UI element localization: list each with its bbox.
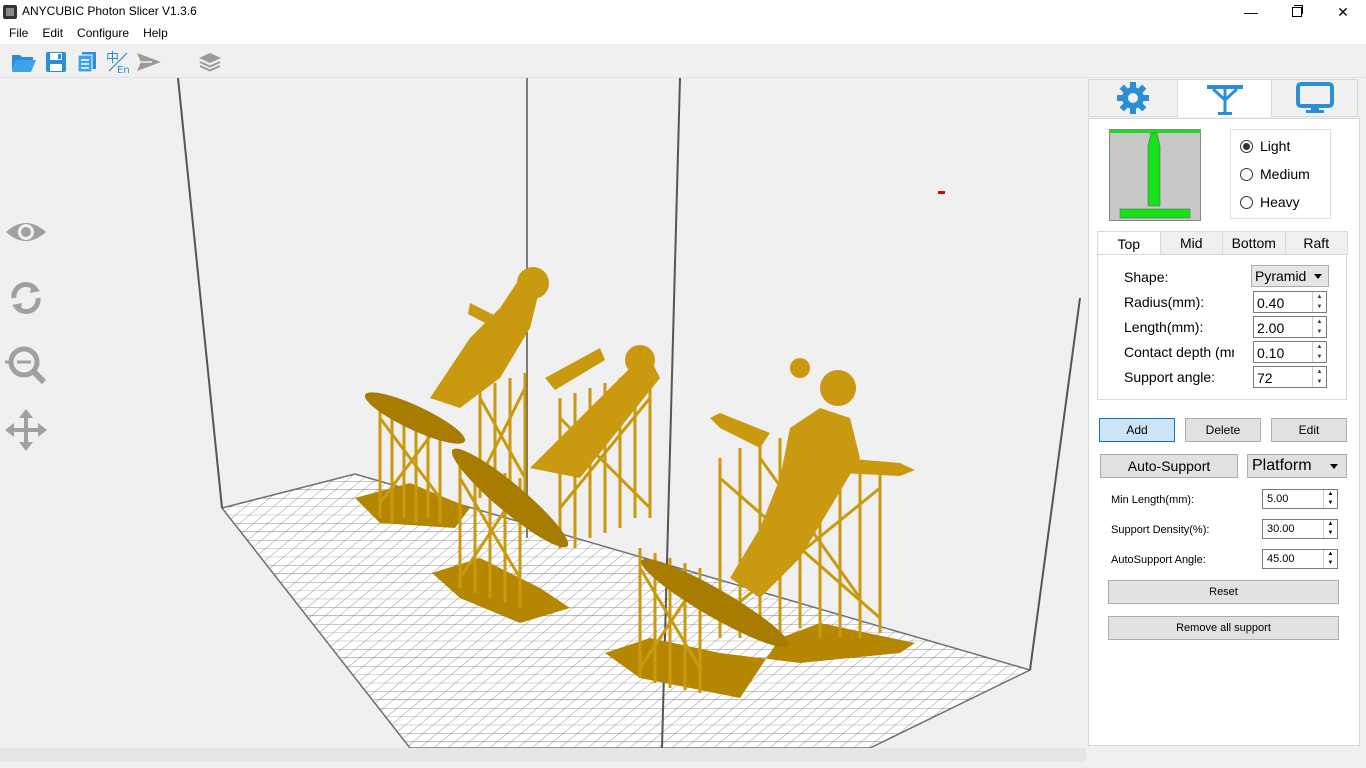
toolbar: 中 En xyxy=(0,44,1366,78)
spin-arrows-icon[interactable]: ▲ ▼ xyxy=(1323,550,1337,568)
maximize-button[interactable] xyxy=(1274,0,1320,24)
zoom-icon xyxy=(5,346,47,385)
chevron-down-icon xyxy=(1330,464,1338,469)
min-length-input[interactable]: 5.00 ▲ ▼ xyxy=(1262,489,1338,509)
subtab-bottom[interactable]: Bottom xyxy=(1222,231,1286,255)
build-volume-scene[interactable] xyxy=(0,78,1086,748)
close-icon: ✕ xyxy=(1337,3,1349,20)
rotate-icon xyxy=(11,282,41,314)
title-bar: ANYCUBIC Photon Slicer V1.3.6 — ✕ xyxy=(0,0,1366,24)
top-settings: Shape: Pyramid Radius(mm): 0.40 ▲ ▼ Lengt… xyxy=(1097,254,1347,400)
add-button[interactable]: Add xyxy=(1099,418,1175,442)
eye-icon xyxy=(6,223,46,241)
layers-icon xyxy=(199,53,221,72)
spin-arrows-icon[interactable]: ▲ ▼ xyxy=(1312,367,1326,387)
spin-arrows-icon[interactable]: ▲ ▼ xyxy=(1312,292,1326,312)
length-label: Length(mm): xyxy=(1124,319,1204,335)
svg-text:En: En xyxy=(117,65,130,75)
reset-button[interactable]: Reset xyxy=(1108,580,1339,604)
open-file-button[interactable] xyxy=(11,49,37,75)
3d-viewport[interactable] xyxy=(0,78,1086,748)
zoom-button[interactable] xyxy=(4,342,48,386)
support-density-label: Support Density(%): xyxy=(1111,524,1210,536)
radius-input[interactable]: 0.40 ▲ ▼ xyxy=(1253,291,1327,313)
subtab-raft[interactable]: Raft xyxy=(1284,231,1348,255)
monitor-icon xyxy=(1295,82,1334,113)
menu-bar: File Edit Configure Help xyxy=(0,24,1366,44)
min-length-label: Min Length(mm): xyxy=(1111,494,1195,506)
open-folder-icon xyxy=(12,55,36,72)
length-input[interactable]: 2.00 ▲ ▼ xyxy=(1253,316,1327,338)
menu-file[interactable]: File xyxy=(2,24,35,44)
auto-support-button[interactable]: Auto-Support xyxy=(1100,454,1238,478)
menu-configure[interactable]: Configure xyxy=(70,24,136,44)
gear-icon xyxy=(1117,82,1149,114)
window-title: ANYCUBIC Photon Slicer V1.3.6 xyxy=(22,4,197,18)
view-button[interactable] xyxy=(4,210,48,254)
spin-arrows-icon[interactable]: ▲ ▼ xyxy=(1323,490,1337,508)
delete-button[interactable]: Delete xyxy=(1185,418,1261,442)
radio-medium[interactable]: Medium xyxy=(1240,166,1310,182)
spin-arrows-icon[interactable]: ▲ ▼ xyxy=(1312,317,1326,337)
support-strength-group: Light Medium Heavy xyxy=(1230,129,1331,219)
radius-label: Radius(mm): xyxy=(1124,294,1205,310)
app-logo-icon xyxy=(3,5,17,19)
tab-support[interactable] xyxy=(1177,79,1272,117)
support-icon xyxy=(1206,84,1243,115)
rotate-button[interactable] xyxy=(4,276,48,320)
move-icon xyxy=(5,409,47,451)
tab-monitor[interactable] xyxy=(1271,79,1358,117)
shape-select[interactable]: Pyramid xyxy=(1251,265,1329,287)
send-icon xyxy=(137,53,161,71)
save-button[interactable] xyxy=(43,49,69,75)
autosupport-angle-label: AutoSupport Angle: xyxy=(1111,554,1206,566)
volume-edge xyxy=(1029,297,1081,671)
support-subtabs: Top Mid Bottom Raft xyxy=(1097,231,1348,255)
subtab-mid[interactable]: Mid xyxy=(1159,231,1223,255)
radio-heavy[interactable]: Heavy xyxy=(1240,194,1300,210)
spin-arrows-icon[interactable]: ▲ ▼ xyxy=(1323,520,1337,538)
shape-value: Pyramid xyxy=(1255,268,1307,284)
chevron-down-icon xyxy=(1314,274,1322,279)
support-angle-label: Support angle: xyxy=(1124,369,1216,385)
support-panel-body: Light Medium Heavy Top Mid Bottom Raft S… xyxy=(1088,118,1360,746)
status-bar xyxy=(0,748,1086,762)
copy-icon xyxy=(77,52,96,73)
close-button[interactable]: ✕ xyxy=(1320,0,1366,24)
support-density-input[interactable]: 30.00 ▲ ▼ xyxy=(1262,519,1338,539)
menu-help[interactable]: Help xyxy=(136,24,175,44)
volume-edge xyxy=(177,78,223,509)
axis-marker xyxy=(938,191,945,194)
menu-edit[interactable]: Edit xyxy=(35,24,70,44)
copy-button[interactable] xyxy=(74,49,100,75)
build-plate xyxy=(220,473,1033,748)
subtab-top[interactable]: Top xyxy=(1097,231,1161,255)
send-button[interactable] xyxy=(136,49,162,75)
minimize-button[interactable]: — xyxy=(1228,0,1274,24)
contact-depth-label: Contact depth (mm): xyxy=(1124,344,1234,360)
support-shape-preview xyxy=(1109,129,1201,221)
minimize-icon: — xyxy=(1244,4,1258,20)
language-button[interactable]: 中 En xyxy=(105,49,131,75)
auto-support-mode-select[interactable]: Platform xyxy=(1247,454,1347,478)
shape-label: Shape: xyxy=(1124,269,1169,285)
edit-button[interactable]: Edit xyxy=(1271,418,1347,442)
tab-settings[interactable] xyxy=(1088,79,1178,117)
language-icon: 中 En xyxy=(106,51,130,75)
right-panel: Light Medium Heavy Top Mid Bottom Raft S… xyxy=(1086,78,1366,748)
radio-light[interactable]: Light xyxy=(1240,138,1290,154)
auto-support-mode-value: Platform xyxy=(1252,457,1312,474)
support-angle-input[interactable]: 72 ▲ ▼ xyxy=(1253,366,1327,388)
autosupport-angle-input[interactable]: 45.00 ▲ ▼ xyxy=(1262,549,1338,569)
layers-button[interactable] xyxy=(197,49,223,75)
window-bottom-edge xyxy=(0,762,1366,768)
save-icon xyxy=(46,52,66,72)
spin-arrows-icon[interactable]: ▲ ▼ xyxy=(1312,342,1326,362)
contact-depth-input[interactable]: 0.10 ▲ ▼ xyxy=(1253,341,1327,363)
move-button[interactable] xyxy=(4,408,48,452)
remove-all-support-button[interactable]: Remove all support xyxy=(1108,616,1339,640)
restore-icon xyxy=(1292,5,1303,17)
